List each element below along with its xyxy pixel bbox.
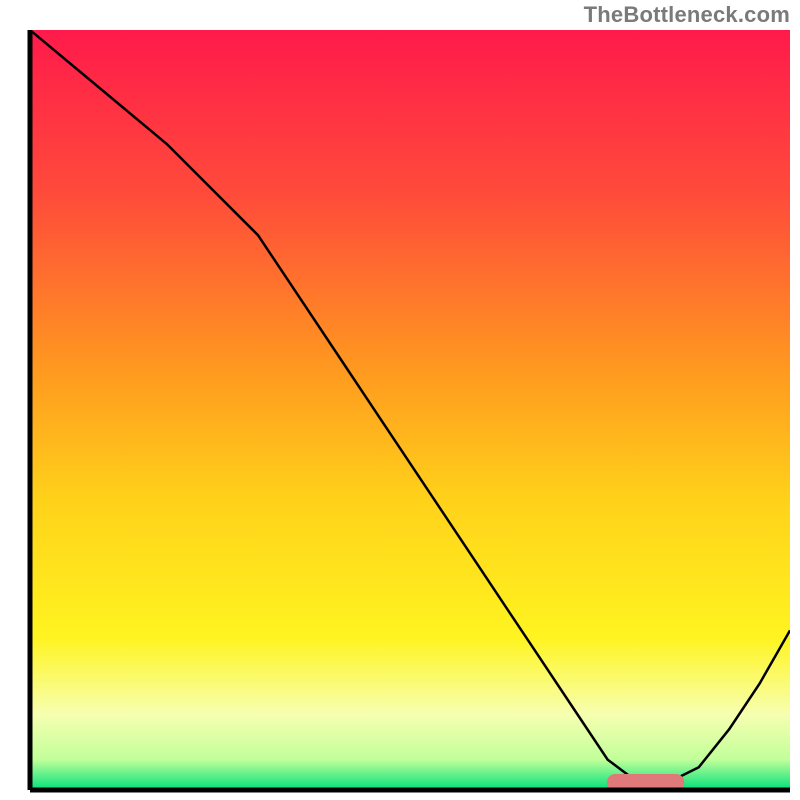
bottleneck-chart — [0, 0, 800, 800]
gradient-background — [30, 30, 790, 790]
watermark-label: TheBottleneck.com — [584, 2, 790, 28]
chart-container: TheBottleneck.com — [0, 0, 800, 800]
